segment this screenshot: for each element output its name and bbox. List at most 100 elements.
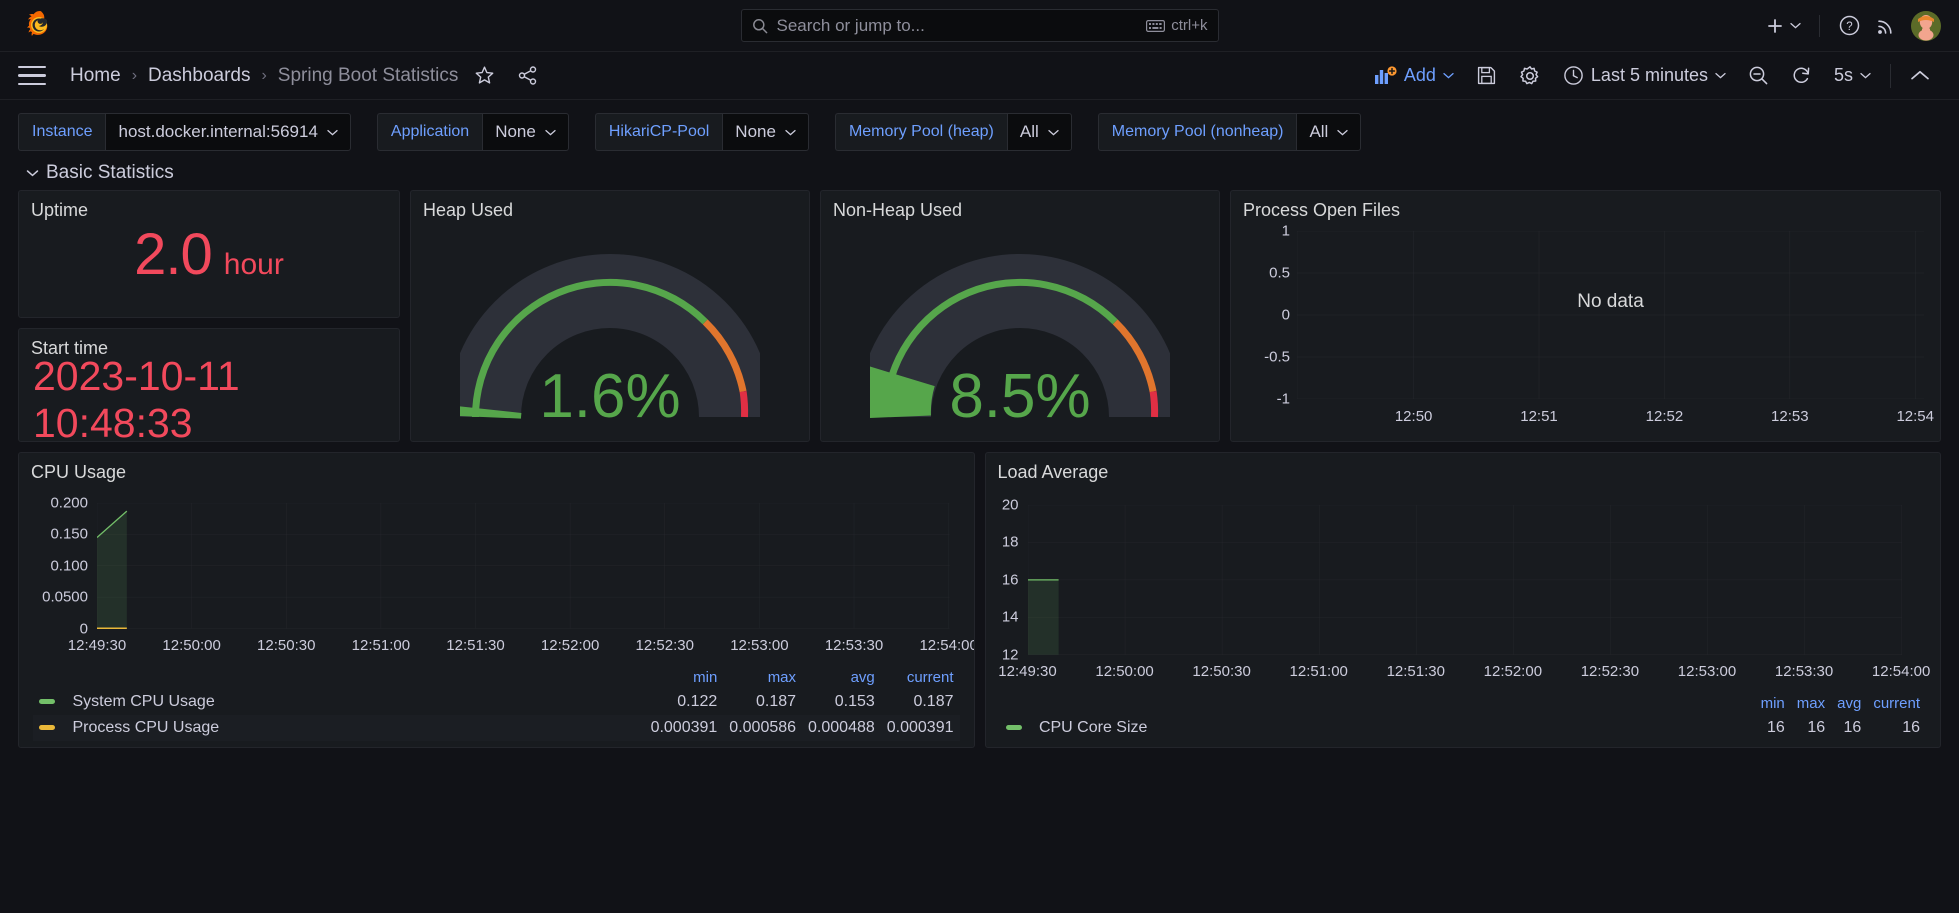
variable-memory-pool-nonheap: Memory Pool (nonheap) All	[1097, 113, 1362, 151]
legend-header-row: min max avg current	[33, 667, 960, 689]
variable-label-application[interactable]: Application	[376, 113, 483, 151]
legend-header-max[interactable]: max	[723, 667, 802, 689]
legend-value-avg: 0.000488	[802, 714, 881, 741]
add-panel-icon	[1374, 66, 1397, 84]
row-title: Basic Statistics	[46, 162, 174, 183]
panel-title-cpu-usage: CPU Usage	[31, 462, 127, 482]
breadcrumb-item-home[interactable]: Home	[70, 65, 121, 87]
variable-select-memory-pool-nonheap[interactable]: All	[1296, 113, 1362, 151]
variable-value-application: None	[495, 122, 536, 141]
plus-icon	[1768, 18, 1782, 33]
legend-header-max[interactable]: max	[1791, 693, 1831, 715]
legend-value-min: 0.122	[677, 692, 718, 710]
divider	[1819, 14, 1820, 37]
x-tick-label: 12:51:00	[1289, 662, 1348, 680]
user-avatar[interactable]	[1911, 10, 1941, 41]
variable-value-memory-pool-nonheap: All	[1309, 122, 1329, 141]
chevron-down-icon	[1443, 72, 1454, 79]
search-input[interactable]: Search or jump to... ctrl+k	[740, 9, 1219, 42]
series-color-icon	[1005, 725, 1022, 731]
legend-row[interactable]: System CPU Usage 0.122 0.187 0.153 0.187	[33, 689, 960, 715]
variable-select-application[interactable]: None	[482, 113, 569, 151]
chevron-down-icon	[785, 129, 796, 135]
variable-select-instance[interactable]: host.docker.internal:56914	[105, 113, 351, 151]
breadcrumb-bar: Home › Dashboards › Spring Boot Statisti…	[0, 52, 1959, 100]
x-tick-label: 12:50:30	[1192, 662, 1251, 680]
x-tick-label: 12:49:30	[67, 636, 127, 654]
star-icon[interactable]	[474, 65, 495, 86]
x-tick-label: 12:54	[1896, 408, 1934, 425]
y-tick-label: 0	[1281, 306, 1290, 324]
zoom-out-icon	[1749, 66, 1768, 85]
add-panel-button[interactable]: Add	[1364, 59, 1465, 92]
process-open-files-chart: 1 0.5 0 -0.5 -1 12:50 12:51 12:52 12:53 …	[1231, 221, 1940, 439]
legend-header-avg[interactable]: avg	[1831, 693, 1867, 715]
uptime-number: 2.0	[134, 222, 213, 287]
legend-series-process-cpu-usage[interactable]: Process CPU Usage	[33, 714, 645, 741]
variable-value-hikaricp-pool: None	[735, 122, 776, 141]
legend-header-current[interactable]: current	[881, 667, 960, 689]
legend-series-system-cpu-usage[interactable]: System CPU Usage	[33, 689, 645, 715]
variable-label-memory-pool-heap[interactable]: Memory Pool (heap)	[834, 113, 1007, 151]
collapse-toolbar-button[interactable]	[1899, 63, 1941, 88]
variable-select-hikaricp-pool[interactable]: None	[722, 113, 809, 151]
share-icon[interactable]	[517, 65, 538, 86]
news-button[interactable]	[1875, 15, 1897, 37]
refresh-button[interactable]	[1780, 59, 1823, 92]
breadcrumb: Home › Dashboards › Spring Boot Statisti…	[70, 65, 458, 87]
breadcrumb-item-dashboards[interactable]: Dashboards	[148, 65, 250, 87]
chevron-down-icon	[1715, 72, 1726, 79]
panel-row-2: CPU Usage 0.200 0.150 0.100 0.0500 0 12:…	[18, 452, 1941, 748]
time-range-picker[interactable]: Last 5 minutes	[1552, 59, 1737, 92]
legend-header-min[interactable]: min	[645, 667, 724, 689]
create-new-button[interactable]	[1765, 16, 1801, 36]
refresh-interval-picker[interactable]: 5s	[1823, 59, 1882, 92]
variable-instance: Instance host.docker.internal:56914	[18, 113, 351, 151]
heap-used-value-text: 1.6%	[539, 362, 680, 431]
help-button[interactable]: ?	[1838, 14, 1861, 37]
uptime-stat-value: 2.0 hour	[19, 221, 399, 315]
hamburger-menu-icon[interactable]	[18, 65, 46, 86]
grafana-logo-icon[interactable]	[22, 8, 58, 44]
refresh-icon	[1793, 67, 1810, 83]
panel-title-non-heap-used: Non-Heap Used	[833, 200, 963, 220]
panel-load-average: Load Average 20 18 16 14 12 12:49:30 12:…	[984, 452, 1941, 748]
y-tick-label: 1	[1281, 222, 1290, 240]
legend-header-avg[interactable]: avg	[802, 667, 881, 689]
x-tick-label: 12:50:00	[162, 636, 221, 654]
load-average-legend: min max avg current CPU Core Size 16 16 …	[986, 693, 1941, 747]
legend-header-min[interactable]: min	[1755, 693, 1791, 715]
legend-series-label: System CPU Usage	[72, 692, 215, 710]
dashboard-settings-button[interactable]	[1508, 59, 1552, 93]
x-tick-label: 12:51:30	[1386, 662, 1445, 680]
legend-value-current: 0.000391	[880, 714, 960, 741]
x-tick-label: 12:54:00	[1871, 662, 1931, 680]
chart-gridlines	[1297, 231, 1924, 399]
divider	[1890, 63, 1891, 88]
search-shortcut-label: ctrl+k	[1171, 17, 1208, 34]
panel-row-1: Uptime 2.0 hour Start time 2023-10-11 10…	[18, 190, 1941, 442]
y-tick-label: 0	[79, 620, 88, 638]
y-tick-label: 0.100	[50, 557, 88, 575]
variable-label-instance[interactable]: Instance	[18, 113, 106, 151]
series-color-icon	[39, 725, 55, 731]
save-dashboard-button[interactable]	[1465, 59, 1508, 92]
top-navigation-bar: Search or jump to... ctrl+k ?	[0, 0, 1959, 52]
variable-label-memory-pool-nonheap[interactable]: Memory Pool (nonheap)	[1097, 113, 1297, 151]
variable-memory-pool-heap: Memory Pool (heap) All	[834, 113, 1072, 151]
zoom-out-time-button[interactable]	[1737, 59, 1780, 92]
variable-value-instance: host.docker.internal:56914	[118, 122, 318, 141]
legend-row[interactable]: CPU Core Size 16 16 16 16	[1000, 715, 1927, 741]
row-header-basic-statistics[interactable]: Basic Statistics	[0, 160, 1959, 190]
legend-header-current[interactable]: current	[1867, 693, 1926, 715]
legend-series-cpu-core-size[interactable]: CPU Core Size	[1000, 715, 1755, 741]
legend-row[interactable]: Process CPU Usage 0.000391 0.000586 0.00…	[33, 714, 960, 741]
panel-title-uptime: Uptime	[31, 200, 89, 220]
x-tick-label: 12:52:30	[635, 636, 694, 654]
x-tick-label: 12:53:00	[730, 636, 789, 654]
x-tick-label: 12:53	[1771, 408, 1809, 425]
variable-select-memory-pool-heap[interactable]: All	[1006, 113, 1072, 151]
panel-process-open-files: Process Open Files 1 0.5 0 -0.5 -1 12:50…	[1230, 190, 1941, 442]
variable-label-hikaricp-pool[interactable]: HikariCP-Pool	[594, 113, 723, 151]
x-tick-label: 12:52:00	[540, 636, 600, 654]
